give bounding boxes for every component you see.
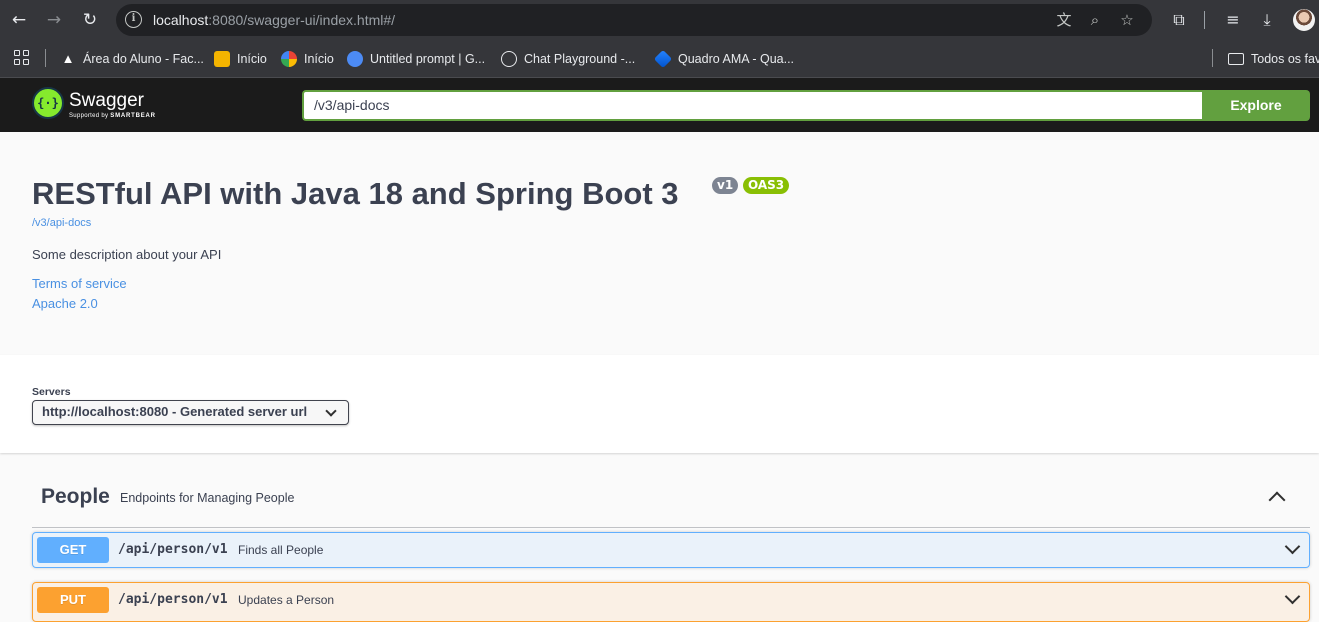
bookmark-favicon-icon: ▲ <box>61 51 75 66</box>
address-url[interactable]: localhost:8080/swagger-ui/index.html#/ <box>153 12 395 28</box>
explore-button[interactable]: Explore <box>1202 90 1310 121</box>
swagger-logo[interactable]: {·} Swagger Supported by SMARTBEAR <box>32 87 172 123</box>
forward-arrow-icon[interactable]: → <box>43 9 65 31</box>
operation-put-person[interactable]: PUT /api/person/v1 Updates a Person <box>32 582 1310 622</box>
apps-grid-icon[interactable] <box>14 50 30 66</box>
browser-toolbar: ← → ↻ i localhost:8080/swagger-ui/index.… <box>0 0 1319 40</box>
zoom-icon[interactable]: ⌕ <box>1086 11 1104 29</box>
bookmark-star-icon[interactable]: ☆ <box>1118 11 1136 29</box>
oas-badge: OAS3 <box>743 177 790 194</box>
bookmark-item[interactable]: Início <box>214 50 267 68</box>
servers-label: Servers <box>32 386 71 398</box>
tag-header-people[interactable]: People Endpoints for Managing People <box>32 476 1310 528</box>
site-info-icon[interactable]: i <box>125 11 142 28</box>
reload-icon[interactable]: ↻ <box>79 9 101 31</box>
back-arrow-icon[interactable]: ← <box>8 9 30 31</box>
logo-subtitle: Supported by SMARTBEAR <box>69 113 156 119</box>
api-description: Some description about your API <box>32 247 222 262</box>
api-docs-link[interactable]: /v3/api-docs <box>32 217 91 229</box>
terms-of-service-link[interactable]: Terms of service <box>32 276 127 291</box>
bookmark-item[interactable]: ▲ Área do Aluno - Fac... <box>60 50 204 68</box>
operation-summary: Updates a Person <box>238 593 335 607</box>
media-control-icon[interactable]: ≡ <box>1222 9 1244 31</box>
translate-icon[interactable]: 文 <box>1055 11 1073 29</box>
version-badge: v1 <box>712 177 739 194</box>
bookmarks-bar: ▲ Área do Aluno - Fac... Início Início U… <box>0 40 1319 78</box>
bookmarks-divider <box>1212 49 1213 67</box>
bookmark-label: Untitled prompt | G... <box>370 52 486 66</box>
method-badge: GET <box>37 537 109 563</box>
bookmark-label: Área do Aluno - Fac... <box>83 52 204 66</box>
operation-path: /api/person/v1 <box>118 542 228 557</box>
chevron-down-icon[interactable] <box>1284 588 1301 605</box>
toolbar-divider <box>1204 11 1205 29</box>
tag-name: People <box>41 485 110 508</box>
openai-favicon-icon <box>501 51 517 67</box>
chevron-down-icon[interactable] <box>1284 538 1301 555</box>
jira-favicon-icon <box>653 49 673 69</box>
chevron-up-icon[interactable] <box>1268 491 1286 509</box>
chevron-down-icon <box>325 405 337 417</box>
servers-section: Servers http://localhost:8080 - Generate… <box>0 355 1319 453</box>
operation-summary: Finds all People <box>238 543 324 557</box>
page-title: RESTful API with Java 18 and Spring Boot… <box>32 176 679 211</box>
method-badge: PUT <box>37 587 109 613</box>
extensions-icon[interactable]: ⧉ <box>1168 9 1190 31</box>
bookmark-favicon-icon <box>214 51 230 67</box>
bookmark-item[interactable]: Quadro AMA - Qua... <box>653 49 795 69</box>
bookmark-item[interactable]: Untitled prompt | G... <box>347 50 485 68</box>
bookmarks-folder[interactable]: Todos os fav <box>1228 50 1319 68</box>
operation-get-person[interactable]: GET /api/person/v1 Finds all People <box>32 532 1310 568</box>
address-bar[interactable]: i localhost:8080/swagger-ui/index.html#/… <box>116 4 1152 36</box>
servers-select[interactable]: http://localhost:8080 - Generated server… <box>32 400 349 425</box>
bookmark-label: Todos os fav <box>1251 52 1319 66</box>
bookmark-label: Início <box>237 52 267 66</box>
profile-avatar[interactable] <box>1293 9 1315 31</box>
license-link[interactable]: Apache 2.0 <box>32 296 98 311</box>
swagger-logo-icon: {·} <box>32 87 64 119</box>
operation-path: /api/person/v1 <box>118 592 228 607</box>
tag-description: Endpoints for Managing People <box>120 491 295 505</box>
bookmark-favicon-icon <box>347 51 363 67</box>
servers-select-value: http://localhost:8080 - Generated server… <box>42 404 308 419</box>
logo-text: Swagger <box>69 90 144 111</box>
download-icon[interactable]: ⤓ <box>1256 9 1278 31</box>
bookmark-label: Quadro AMA - Qua... <box>678 52 795 66</box>
bookmark-item[interactable]: Início <box>281 50 334 68</box>
bookmark-item[interactable]: Chat Playground -... <box>501 50 635 68</box>
google-favicon-icon <box>281 51 297 67</box>
swagger-topbar: {·} Swagger Supported by SMARTBEAR /v3/a… <box>0 78 1319 132</box>
bookmarks-divider <box>45 49 46 67</box>
bookmark-label: Chat Playground -... <box>524 52 636 66</box>
bookmark-label: Início <box>304 52 334 66</box>
folder-icon <box>1228 53 1244 65</box>
api-url-input[interactable]: /v3/api-docs <box>302 90 1203 121</box>
